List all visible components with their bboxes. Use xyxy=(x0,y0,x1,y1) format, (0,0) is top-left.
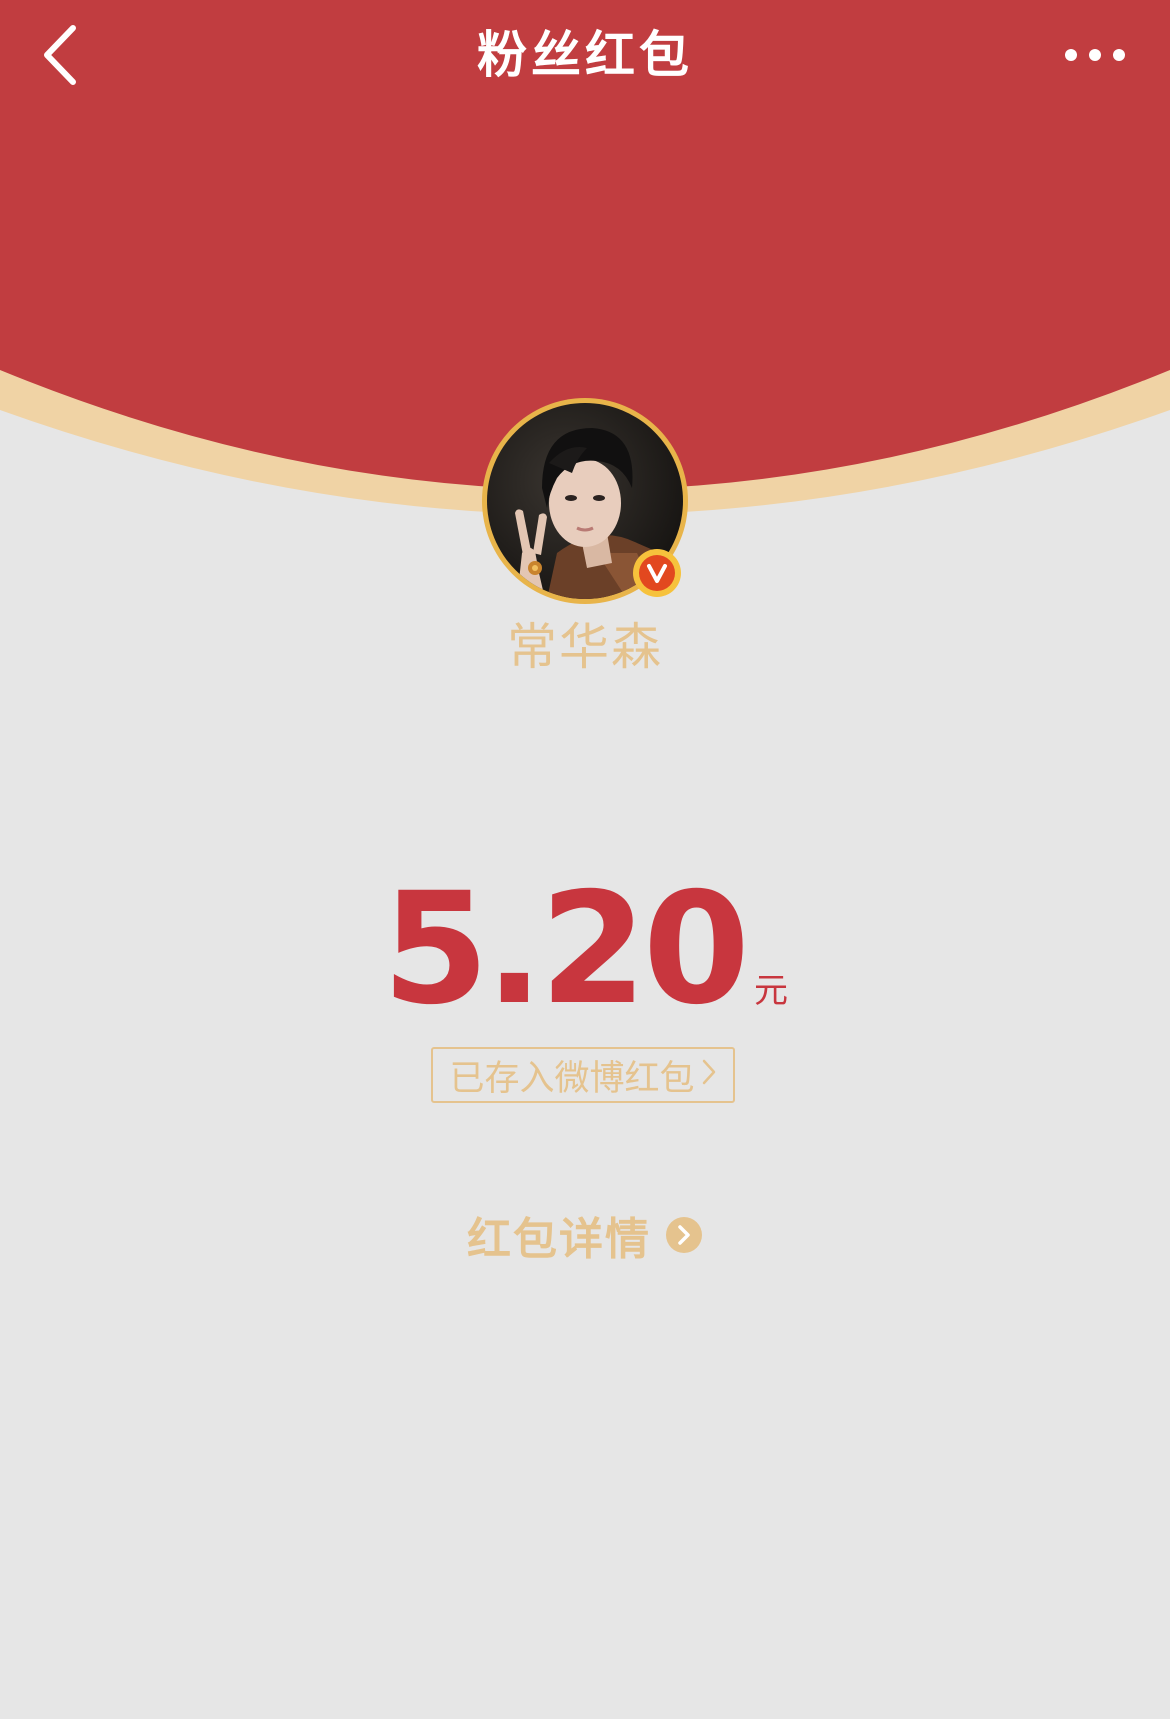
amount-unit: 元 xyxy=(753,971,788,1011)
red-packet-page: 粉丝红包 常华森 5.20 元 已存入微博红包 红包详情 xyxy=(0,0,1170,1719)
page-title: 粉丝红包 xyxy=(477,26,693,84)
red-packet-details-label: 红包详情 xyxy=(467,1214,651,1265)
red-packet-details-link[interactable]: 红包详情 xyxy=(430,1200,740,1270)
more-button[interactable] xyxy=(1050,20,1140,90)
more-dots-icon xyxy=(1065,49,1125,61)
saved-to-wallet-link[interactable]: 已存入微博红包 xyxy=(431,1047,735,1103)
sender-name: 常华森 xyxy=(507,618,663,676)
verified-badge-icon xyxy=(633,549,681,597)
saved-to-wallet-label: 已存入微博红包 xyxy=(449,1058,695,1099)
amount-display: 5.20 元 xyxy=(285,870,885,1030)
chevron-right-icon xyxy=(701,1055,717,1095)
amount-value: 5.20 xyxy=(382,860,750,1039)
back-button[interactable] xyxy=(20,15,100,95)
circle-chevron-right-icon xyxy=(666,1217,702,1253)
chevron-left-icon xyxy=(44,25,76,85)
nav-bar: 粉丝红包 xyxy=(0,0,1170,110)
